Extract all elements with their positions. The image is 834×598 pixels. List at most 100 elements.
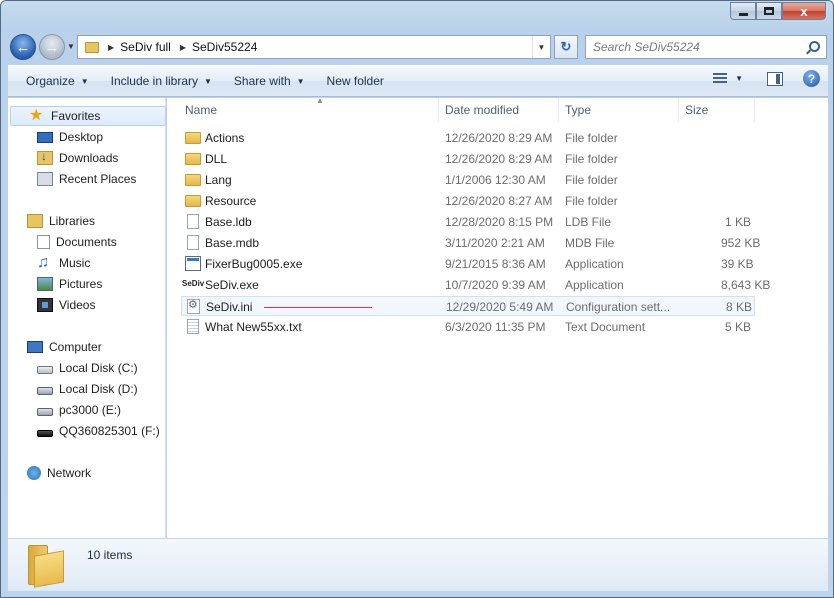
videos-icon — [37, 298, 53, 312]
file-name: Resource — [205, 194, 257, 208]
maximize-button[interactable] — [756, 2, 782, 20]
sidebar-item-label: Music — [59, 256, 91, 270]
chevron-down-icon: ▼ — [735, 74, 743, 83]
file-row[interactable]: Lang 1/1/2006 12:30 AM File folder — [181, 170, 755, 190]
sidebar-item-downloads[interactable]: Downloads — [37, 148, 118, 168]
column-header-size[interactable]: Size — [679, 98, 755, 122]
sidebar-item-local-disk-d[interactable]: Local Disk (D:) — [37, 379, 138, 399]
forward-arrow-icon: → — [44, 38, 60, 56]
file-type: File folder — [565, 152, 618, 166]
search-input[interactable] — [593, 40, 803, 54]
sidebar-item-libraries[interactable]: Libraries — [27, 211, 95, 231]
sidebar-item-favorites[interactable]: ★ Favorites — [10, 106, 166, 126]
recent-pages-dropdown[interactable]: ▼ — [67, 42, 75, 51]
file-type: Application — [565, 257, 624, 271]
address-bar[interactable]: ▶ SeDiv full ▶ SeDiv55224 ▼ — [77, 35, 551, 59]
forward-button[interactable]: → — [39, 34, 65, 60]
include-in-library-menu[interactable]: Include in library ▼ — [101, 69, 222, 93]
sidebar-item-label: Computer — [49, 340, 102, 354]
folder-icon — [185, 174, 201, 186]
sidebar-item-label: Recent Places — [59, 172, 137, 186]
text-file-icon — [187, 319, 199, 334]
breadcrumb-sediv-full[interactable]: SeDiv full — [120, 40, 171, 54]
back-button[interactable]: ← — [10, 34, 36, 60]
back-arrow-icon: ← — [15, 38, 31, 56]
search-icon[interactable] — [809, 41, 820, 52]
preview-pane-icon[interactable] — [767, 71, 783, 86]
computer-icon — [27, 341, 43, 353]
sidebar-item-label: Downloads — [59, 151, 119, 165]
address-dropdown-button[interactable]: ▼ — [532, 36, 550, 58]
sidebar-item-desktop[interactable]: Desktop — [37, 127, 103, 147]
file-size: 1 KB — [724, 215, 751, 229]
sidebar-item-documents[interactable]: Documents — [37, 232, 117, 252]
drive-icon — [37, 366, 53, 374]
change-view-button[interactable]: ▼ — [713, 73, 743, 84]
file-row[interactable]: FixerBug0005.exe 9/21/2015 8:36 AM Appli… — [181, 254, 755, 274]
refresh-button[interactable]: ↻ — [554, 35, 578, 59]
new-folder-button[interactable]: New folder — [317, 69, 394, 93]
drive-icon — [37, 408, 53, 416]
file-size: 8,643 KB — [721, 278, 771, 292]
desktop-icon — [37, 131, 53, 143]
sidebar-item-videos[interactable]: Videos — [37, 295, 95, 315]
file-size: 39 KB — [721, 257, 754, 271]
file-date: 12/26/2020 8:27 AM — [445, 194, 553, 208]
sidebar-item-network[interactable]: Network — [27, 463, 91, 483]
file-size: 8 KB — [725, 300, 752, 314]
file-name: SeDiv.ini — [206, 300, 253, 314]
breadcrumb-sediv55224[interactable]: SeDiv55224 — [192, 40, 257, 54]
file-row[interactable]: Base.mdb 3/11/2020 2:21 AM MDB File 952 … — [181, 233, 760, 253]
sidebar-item-label: QQ360825301 (F:) — [59, 424, 160, 438]
file-type: Text Document — [565, 320, 646, 334]
file-list: ▲ Name Date modified Type Size Actions 1… — [167, 96, 828, 538]
folder-icon — [185, 195, 201, 207]
file-row[interactable]: Base.ldb 12/28/2020 8:15 PM LDB File 1 K… — [181, 212, 755, 232]
file-icon — [187, 235, 199, 250]
close-button[interactable]: x — [782, 2, 826, 20]
music-icon: ♫ — [37, 254, 49, 271]
file-date: 12/29/2020 5:49 AM — [446, 300, 554, 314]
column-header-date-modified[interactable]: Date modified — [439, 98, 559, 122]
chevron-right-icon[interactable]: ▶ — [180, 43, 186, 52]
folder-icon — [185, 132, 201, 144]
minimize-button[interactable] — [730, 2, 756, 20]
recent-places-icon — [37, 172, 53, 186]
sidebar-item-local-disk-c[interactable]: Local Disk (C:) — [37, 358, 138, 378]
share-with-menu[interactable]: Share with ▼ — [224, 69, 315, 93]
file-row[interactable]: DLL 12/26/2020 8:29 AM File folder — [181, 149, 755, 169]
file-type: LDB File — [565, 215, 612, 229]
sidebar-item-qq360825301-f[interactable]: QQ360825301 (F:) — [37, 421, 160, 441]
downloads-icon — [37, 149, 53, 165]
column-header-label: Date modified — [445, 103, 520, 117]
file-name: Base.mdb — [205, 236, 260, 250]
help-icon[interactable]: ? — [803, 70, 820, 87]
sidebar-item-label: Pictures — [59, 277, 103, 291]
sidebar-item-pictures[interactable]: Pictures — [37, 274, 102, 294]
sidebar-item-label: Desktop — [59, 130, 104, 144]
file-row-selected[interactable]: SeDiv.ini 12/29/2020 5:49 AM Configurati… — [181, 296, 755, 316]
explorer-window: x ← → ▼ ▶ SeDiv full ▶ SeDiv55224 ▼ ↻ Or… — [0, 0, 834, 598]
chevron-right-icon[interactable]: ▶ — [108, 43, 114, 52]
organize-menu[interactable]: Organize ▼ — [16, 69, 99, 93]
sidebar-item-pc3000-e[interactable]: pc3000 (E:) — [37, 400, 121, 420]
column-header-label: Type — [565, 103, 592, 117]
pictures-icon — [37, 277, 53, 291]
file-row[interactable]: Actions 12/26/2020 8:29 AM File folder — [181, 128, 755, 148]
views-icon — [713, 73, 728, 84]
libraries-icon — [27, 214, 43, 228]
column-header-name[interactable]: ▲ Name — [179, 96, 439, 122]
folder-icon — [28, 545, 66, 588]
search-box[interactable] — [585, 35, 827, 59]
file-date: 12/28/2020 8:15 PM — [445, 215, 554, 229]
item-count: 10 items — [87, 548, 133, 562]
sidebar-item-music[interactable]: ♫ Music — [37, 253, 90, 273]
file-row[interactable]: SeDiv SeDiv.exe 10/7/2020 9:39 AM Applic… — [181, 275, 771, 295]
column-header-type[interactable]: Type — [559, 98, 679, 122]
file-type: File folder — [565, 173, 618, 187]
file-row[interactable]: Resource 12/26/2020 8:27 AM File folder — [181, 191, 755, 211]
sidebar-item-recent-places[interactable]: Recent Places — [37, 169, 136, 189]
navigation-bar: ← → ▼ ▶ SeDiv full ▶ SeDiv55224 ▼ ↻ — [9, 33, 827, 61]
sidebar-item-computer[interactable]: Computer — [27, 337, 102, 357]
file-row[interactable]: What New55xx.txt 6/3/2020 11:35 PM Text … — [181, 317, 755, 337]
